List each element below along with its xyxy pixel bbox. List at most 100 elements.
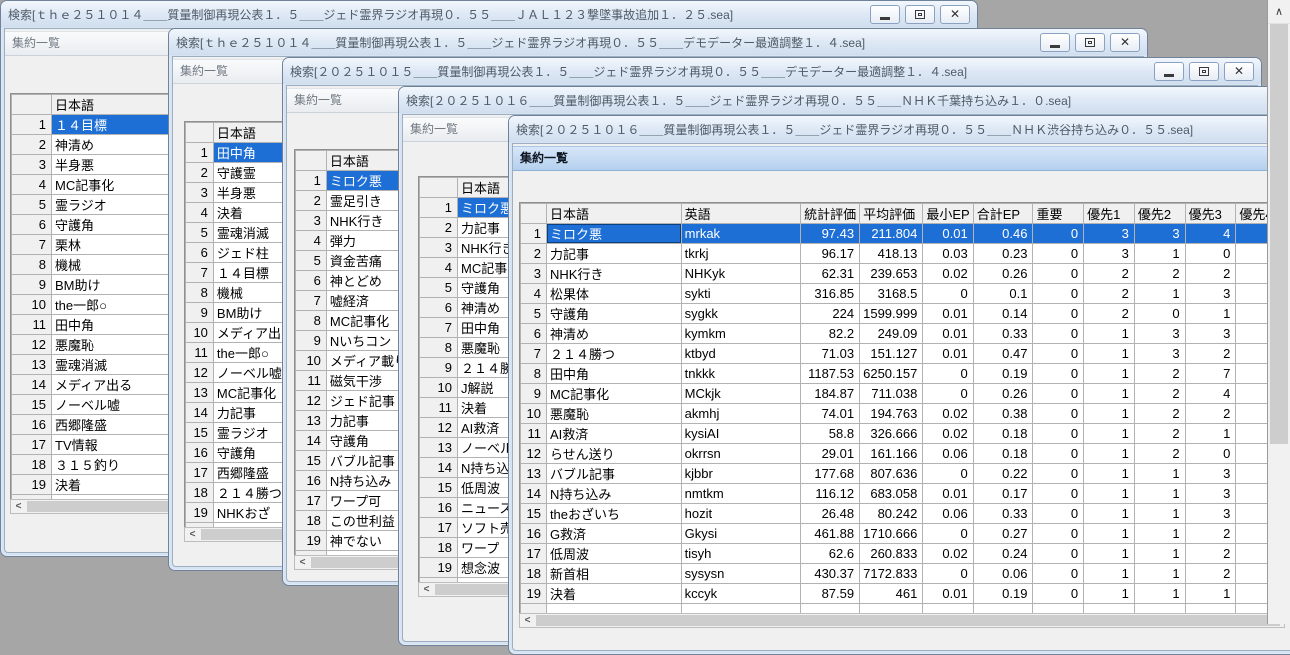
title-bar[interactable]: 検索[２０２５１０１５＿＿質量制御再現公表１．５＿＿ジェド霊界ラジオ再現０．５５… (283, 58, 1261, 84)
search-window-5[interactable]: 検索[２０２５１０１６＿＿質量制御再現公表１．５＿＿ジェド霊界ラジオ再現０．５５… (508, 115, 1290, 655)
list-row[interactable]: 15バブル記事 (296, 451, 411, 471)
table-row[interactable]: 9MC記事化MCkjk184.87711.03800.260124 (521, 384, 1290, 404)
list-row[interactable]: 8機械 (186, 283, 298, 303)
minimize-button[interactable] (1040, 33, 1070, 52)
title-bar[interactable]: 検索[ｔｈｅ２５１０１４＿＿質量制御再現公表１．５＿＿ジェド霊界ラジオ再現０．５… (1, 1, 977, 27)
list-row[interactable]: 6神とどめ (296, 271, 411, 291)
horizontal-scrollbar[interactable]: < (10, 499, 177, 514)
scrollbar-thumb[interactable] (27, 501, 172, 512)
minimize-button[interactable] (1154, 62, 1184, 81)
column-header[interactable]: 重要 (1033, 204, 1084, 224)
list-row[interactable]: 13霊魂消滅 (12, 355, 177, 375)
column-header[interactable]: 平均評価 (860, 204, 923, 224)
column-header[interactable]: 統計評価 (801, 204, 860, 224)
table-row[interactable]: 3NHK行きNHKyk62.31239.6530.020.260222 (521, 264, 1290, 284)
horizontal-scrollbar[interactable]: < (294, 555, 410, 570)
list-row[interactable]: 17TV情報 (12, 435, 177, 455)
minimize-button[interactable] (870, 5, 900, 24)
list-row[interactable]: 17西郷隆盛 (186, 463, 298, 483)
list-row[interactable]: 14守護角 (296, 431, 411, 451)
list-row[interactable]: 12ジェド記事 (296, 391, 411, 411)
horizontal-scrollbar[interactable]: < (184, 527, 297, 542)
close-button[interactable]: ✕ (940, 5, 970, 24)
table-row[interactable]: 18新首相sysysn430.377172.83300.060112 (521, 564, 1290, 584)
table-row[interactable]: 8田中角tnkkk1187.536250.15700.190127 (521, 364, 1290, 384)
list-row[interactable]: 4MC記事化 (12, 175, 177, 195)
scrollbar-thumb[interactable] (1270, 24, 1288, 444)
list-row[interactable]: 5資金苦痛 (296, 251, 411, 271)
list-row[interactable]: 9BM助け (12, 275, 177, 295)
list-row[interactable]: 9Nいちコン (296, 331, 411, 351)
list-row[interactable]: 6ジェド柱 (186, 243, 298, 263)
table-row[interactable]: 13バブル記事kjbbr177.68807.63600.220113 (521, 464, 1290, 484)
scroll-left-icon[interactable]: < (185, 528, 200, 541)
list-row[interactable]: 8機械 (12, 255, 177, 275)
row-number-header[interactable] (521, 204, 547, 224)
column-header[interactable]: 英語 (681, 204, 800, 224)
row-number-header[interactable] (420, 178, 458, 198)
maximize-button[interactable] (905, 5, 935, 24)
table-row[interactable]: 14N持ち込みnmtkm116.12683.0580.010.170113 (521, 484, 1290, 504)
list-row[interactable]: 6守護角 (12, 215, 177, 235)
list-row[interactable]: 1田中角 (186, 143, 298, 163)
column-header[interactable]: 日本語 (52, 95, 177, 115)
column-header[interactable]: 日本語 (546, 204, 681, 224)
row-number-header[interactable] (12, 95, 52, 115)
list-row[interactable]: 15霊ラジオ (186, 423, 298, 443)
row-number-header[interactable] (296, 151, 327, 171)
summary-table[interactable]: 日本語英語統計評価平均評価最小EP合計EP重要優先1優先2優先3優先41ミロク悪… (519, 202, 1290, 614)
list-row[interactable]: 19神でない (296, 531, 411, 551)
list-row[interactable]: 9BM助け (186, 303, 298, 323)
scroll-left-icon[interactable]: < (520, 614, 535, 627)
table-row[interactable]: 6神清めkymkm82.2249.090.010.330133 (521, 324, 1290, 344)
scrollbar-thumb[interactable] (311, 557, 405, 568)
japanese-word-list[interactable]: 日本語1ミロク悪2霊足引き3NHK行き4弾力5資金苦痛6神とどめ7嘘経済8MC記… (294, 149, 412, 556)
list-row[interactable]: 18２１４勝つ (186, 483, 298, 503)
list-row[interactable]: 19NHKおざ (186, 503, 298, 523)
list-row[interactable]: 13力記事 (296, 411, 411, 431)
list-row[interactable]: 7１４目標 (186, 263, 298, 283)
list-row[interactable]: 7嘘経済 (296, 291, 411, 311)
list-row[interactable]: 11the一郎○ (186, 343, 298, 363)
table-row[interactable]: 1ミロク悪mrkak97.43211.8040.010.460334 (521, 224, 1290, 244)
list-row[interactable]: 2神清め (12, 135, 177, 155)
list-row[interactable]: 1ミロク悪 (296, 171, 411, 191)
list-row[interactable]: 17ワープ可 (296, 491, 411, 511)
title-bar[interactable]: 検索[２０２５１０１６＿＿質量制御再現公表１．５＿＿ジェド霊界ラジオ再現０．５５… (399, 87, 1290, 113)
scroll-up-icon[interactable]: ∧ (1268, 0, 1290, 24)
list-row[interactable]: 5霊ラジオ (12, 195, 177, 215)
table-row[interactable]: 2力記事tkrkj96.17418.130.030.230310 (521, 244, 1290, 264)
table-row[interactable]: 10悪魔恥akmhj74.01194.7630.020.380122 (521, 404, 1290, 424)
list-row[interactable]: 10the一郎○ (12, 295, 177, 315)
scroll-left-icon[interactable]: < (419, 583, 434, 596)
list-row[interactable]: 18３１５釣り (12, 455, 177, 475)
list-row[interactable]: 3半身悪 (186, 183, 298, 203)
scroll-left-icon[interactable]: < (11, 500, 26, 513)
table-row[interactable]: 16G救済Gkysi461.881710.66600.270112 (521, 524, 1290, 544)
list-row[interactable]: 13MC記事化 (186, 383, 298, 403)
list-row[interactable]: 4決着 (186, 203, 298, 223)
close-button[interactable]: ✕ (1110, 33, 1140, 52)
list-row[interactable]: 11磁気干渉 (296, 371, 411, 391)
horizontal-scrollbar[interactable]: < (519, 613, 1285, 628)
list-row[interactable]: 7栗林 (12, 235, 177, 255)
list-row[interactable]: 5霊魂消滅 (186, 223, 298, 243)
list-row[interactable]: 16守護角 (186, 443, 298, 463)
title-bar[interactable]: 検索[ｔｈｅ２５１０１４＿＿質量制御再現公表１．５＿＿ジェド霊界ラジオ再現０．５… (169, 29, 1147, 55)
list-row[interactable]: 2霊足引き (296, 191, 411, 211)
list-row[interactable]: 14メディア出る (12, 375, 177, 395)
table-row[interactable]: 15theおざいちhozit26.4880.2420.060.330113 (521, 504, 1290, 524)
list-row[interactable]: 16N持ち込み (296, 471, 411, 491)
list-row[interactable]: 19決着 (12, 475, 177, 495)
list-row[interactable]: 12ノーベル嘘 (186, 363, 298, 383)
table-row[interactable]: 4松果体sykti316.853168.500.10213 (521, 284, 1290, 304)
table-row[interactable]: 7２１４勝つktbyd71.03151.1270.010.470132 (521, 344, 1290, 364)
column-header[interactable]: 最小EP (923, 204, 973, 224)
table-row[interactable]: 17低周波tisyh62.6260.8330.020.240112 (521, 544, 1290, 564)
list-row[interactable]: 14力記事 (186, 403, 298, 423)
title-bar[interactable]: 検索[２０２５１０１６＿＿質量制御再現公表１．５＿＿ジェド霊界ラジオ再現０．５５… (509, 116, 1290, 142)
list-row[interactable]: 12悪魔恥 (12, 335, 177, 355)
list-row[interactable]: 4弾力 (296, 231, 411, 251)
close-button[interactable]: ✕ (1224, 62, 1254, 81)
column-header[interactable]: 合計EP (973, 204, 1033, 224)
